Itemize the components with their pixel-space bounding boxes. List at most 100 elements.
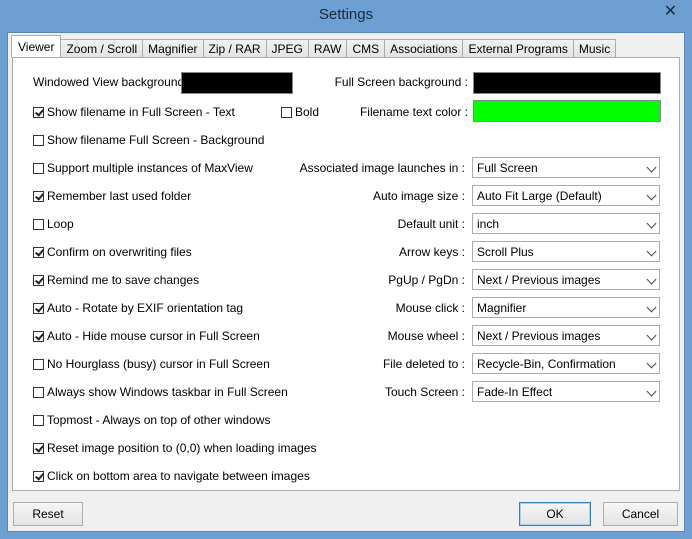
arrow-keys-select[interactable]: Scroll Plus — [472, 241, 660, 262]
touch-screen-select[interactable]: Fade-In Effect — [472, 381, 660, 402]
chevron-down-icon — [646, 190, 657, 201]
chevron-down-icon — [646, 302, 657, 313]
associated-launch-select[interactable]: Full Screen — [472, 157, 660, 178]
checkbox-label: Always show Windows taskbar in Full Scre… — [47, 385, 288, 399]
checkbox-loop[interactable]: Loop — [33, 217, 74, 231]
checkbox-remind-save[interactable]: Remind me to save changes — [33, 273, 199, 287]
select-value: Full Screen — [477, 160, 538, 175]
checkbox-show-filename-background[interactable]: Show filename Full Screen - Background — [33, 133, 264, 147]
checkbox-label: Loop — [47, 217, 74, 231]
checkbox-no-hourglass[interactable]: No Hourglass (busy) cursor in Full Scree… — [33, 357, 270, 371]
checkbox-label: Auto - Rotate by EXIF orientation tag — [47, 301, 244, 315]
select-value: Scroll Plus — [477, 244, 534, 259]
checkbox-topmost[interactable]: Topmost - Always on top of other windows — [33, 413, 270, 427]
checkbox-label: Support multiple instances of MaxView — [47, 161, 253, 175]
chevron-down-icon — [646, 330, 657, 341]
auto-image-size-label: Auto image size : — [372, 189, 465, 203]
checkbox-box[interactable] — [33, 190, 44, 202]
settings-window: Settings ✕ Viewer Zoom / Scroll Magnifie… — [0, 0, 692, 539]
windowed-bg-label: Windowed View background : — [33, 75, 191, 89]
dialog-client-area: Viewer Zoom / Scroll Magnifier Zip / RAR… — [7, 32, 685, 532]
pgup-pgdn-select[interactable]: Next / Previous images — [472, 269, 660, 290]
checkbox-box[interactable] — [33, 162, 44, 174]
filename-text-color-swatch[interactable] — [473, 100, 661, 122]
checkbox-box[interactable] — [33, 302, 44, 314]
tab-zip-rar[interactable]: Zip / RAR — [202, 39, 267, 57]
default-unit-label: Default unit : — [397, 217, 465, 231]
bold-checkbox-row[interactable]: Bold — [281, 105, 319, 119]
checkbox-multiple-instances[interactable]: Support multiple instances of MaxView — [33, 161, 253, 175]
select-value: Next / Previous images — [477, 328, 601, 343]
select-value: inch — [477, 216, 500, 231]
chevron-down-icon — [646, 386, 657, 397]
checkbox-label: Remind me to save changes — [47, 273, 200, 287]
file-deleted-select[interactable]: Recycle-Bin, Confirmation — [472, 353, 660, 374]
checkbox-auto-hide-cursor[interactable]: Auto - Hide mouse cursor in Full Screen — [33, 329, 260, 343]
checkbox-auto-rotate-exif[interactable]: Auto - Rotate by EXIF orientation tag — [33, 301, 243, 315]
tab-jpeg[interactable]: JPEG — [265, 39, 309, 57]
arrow-keys-label: Arrow keys : — [398, 245, 465, 259]
checkbox-box[interactable] — [33, 470, 44, 482]
chevron-down-icon — [646, 218, 657, 229]
mouse-click-select[interactable]: Magnifier — [472, 297, 660, 318]
checkbox-label: Auto - Hide mouse cursor in Full Screen — [47, 329, 260, 343]
checkbox-click-bottom-navigate[interactable]: Click on bottom area to navigate between… — [33, 469, 310, 483]
checkbox-box[interactable] — [33, 386, 44, 398]
select-value: Next / Previous images — [477, 272, 601, 287]
tab-external-programs[interactable]: External Programs — [462, 39, 574, 57]
mouse-click-label: Mouse click : — [395, 301, 465, 315]
chevron-down-icon — [646, 162, 657, 173]
tab-associations[interactable]: Associations — [384, 39, 464, 57]
auto-image-size-select[interactable]: Auto Fit Large (Default) — [472, 185, 660, 206]
chevron-down-icon — [646, 274, 657, 285]
tab-viewer[interactable]: Viewer — [11, 35, 62, 57]
checkbox-box[interactable] — [33, 330, 44, 342]
tab-raw[interactable]: RAW — [307, 39, 348, 57]
bold-checkbox[interactable] — [281, 106, 292, 118]
tab-magnifier[interactable]: Magnifier — [142, 39, 204, 57]
close-icon[interactable]: ✕ — [657, 1, 684, 21]
select-value: Fade-In Effect — [477, 384, 553, 399]
checkbox-box[interactable] — [33, 414, 44, 426]
title-bar[interactable]: Settings ✕ — [0, 0, 692, 32]
mouse-wheel-label: Mouse wheel : — [387, 329, 465, 343]
checkbox-label: Show filename Full Screen - Background — [47, 133, 265, 147]
checkbox-box[interactable] — [33, 274, 44, 286]
select-value: Magnifier — [477, 300, 527, 315]
checkbox-show-taskbar[interactable]: Always show Windows taskbar in Full Scre… — [33, 385, 288, 399]
fullscreen-bg-color-swatch[interactable] — [473, 72, 661, 94]
checkbox-show-filename-text[interactable]: Show filename in Full Screen - Text — [33, 105, 235, 119]
tab-zoom-scroll[interactable]: Zoom / Scroll — [60, 39, 144, 57]
checkbox-label: Show filename in Full Screen - Text — [47, 105, 235, 119]
bold-label: Bold — [295, 105, 320, 119]
tab-music[interactable]: Music — [572, 39, 617, 57]
checkbox-confirm-overwrite[interactable]: Confirm on overwriting files — [33, 245, 192, 259]
checkbox-reset-position[interactable]: Reset image position to (0,0) when loadi… — [33, 441, 316, 455]
pgup-pgdn-label: PgUp / PgDn : — [388, 273, 465, 287]
ok-button[interactable]: OK — [519, 502, 591, 526]
checkbox-box[interactable] — [33, 218, 44, 230]
checkbox-box[interactable] — [33, 134, 44, 146]
associated-launch-label: Associated image launches in : — [299, 161, 465, 175]
mouse-wheel-select[interactable]: Next / Previous images — [472, 325, 660, 346]
reset-button[interactable]: Reset — [13, 502, 83, 526]
checkbox-box[interactable] — [33, 246, 44, 258]
default-unit-select[interactable]: inch — [472, 213, 660, 234]
window-title: Settings — [318, 6, 374, 23]
chevron-down-icon — [646, 246, 657, 257]
file-deleted-label: File deleted to : — [382, 357, 465, 371]
checkbox-label: No Hourglass (busy) cursor in Full Scree… — [47, 357, 270, 371]
windowed-bg-color-swatch[interactable] — [181, 72, 293, 94]
checkbox-label: Topmost - Always on top of other windows — [47, 413, 271, 427]
cancel-button[interactable]: Cancel — [603, 502, 678, 526]
checkbox-box[interactable] — [33, 106, 44, 118]
tab-strip: Viewer Zoom / Scroll Magnifier Zip / RAR… — [11, 35, 617, 57]
checkbox-box[interactable] — [33, 358, 44, 370]
checkbox-remember-folder[interactable]: Remember last used folder — [33, 189, 191, 203]
touch-screen-label: Touch Screen : — [384, 385, 465, 399]
filename-color-label: Filename text color : — [359, 105, 468, 119]
checkbox-box[interactable] — [33, 442, 44, 454]
viewer-tab-panel: Windowed View background : Full Screen b… — [12, 57, 680, 491]
tab-cms[interactable]: CMS — [346, 39, 386, 57]
select-value: Auto Fit Large (Default) — [477, 188, 602, 203]
